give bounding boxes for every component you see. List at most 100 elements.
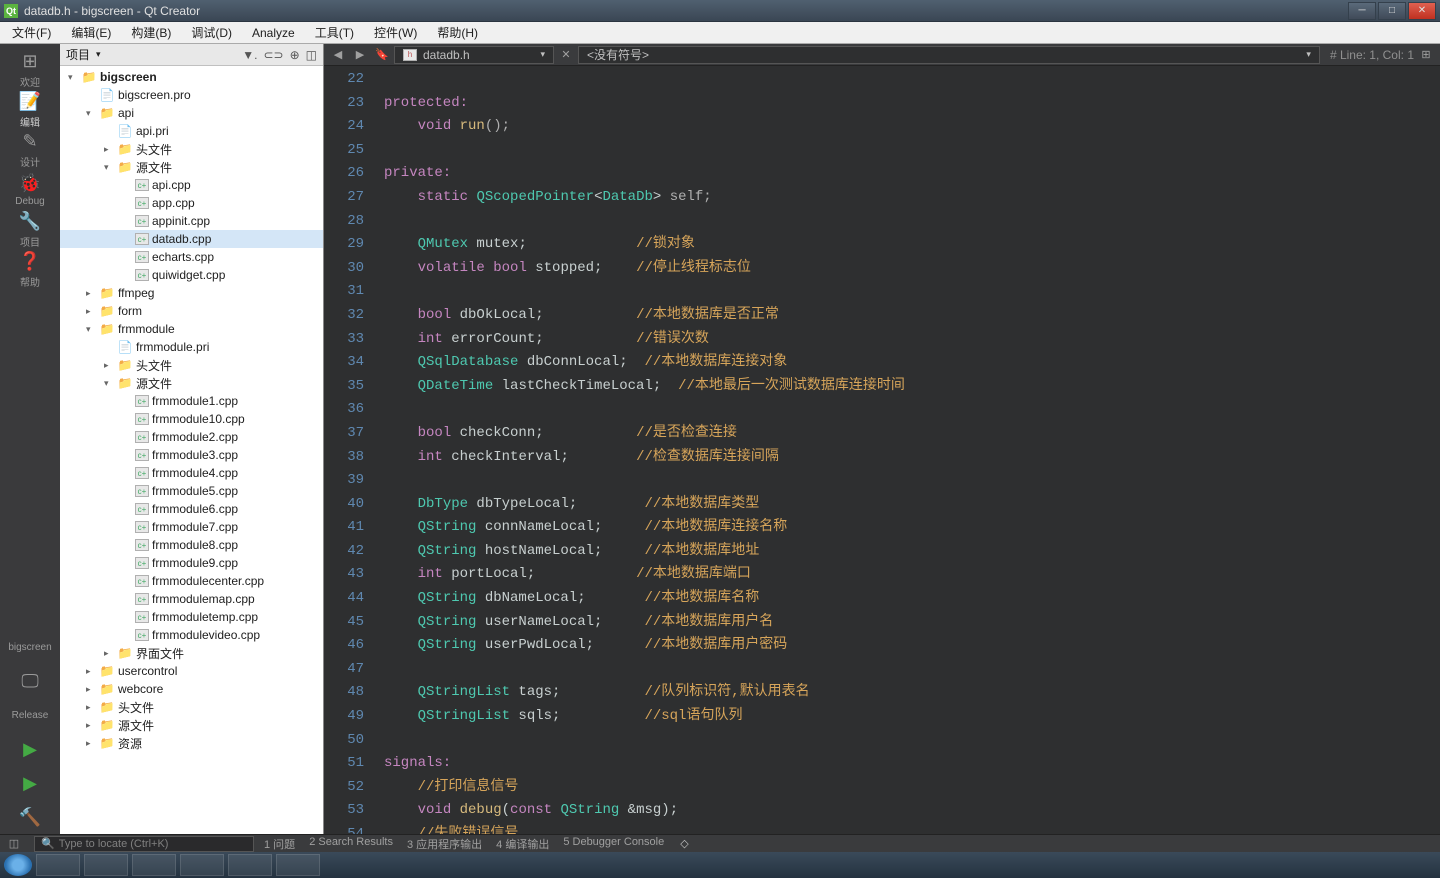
tree-row[interactable]: ▸📁usercontrol [60, 662, 323, 680]
rail-item[interactable]: ❓帮助 [2, 250, 58, 290]
output-tab[interactable]: 5 Debugger Console [563, 836, 664, 852]
tree-row[interactable]: c+frmmodulevideo.cpp [60, 626, 323, 644]
locator-input[interactable]: 🔍 Type to locate (Ctrl+K) [34, 836, 254, 852]
rail-item[interactable]: 🔧项目 [2, 210, 58, 250]
tree-arrow-icon[interactable]: ▸ [86, 666, 96, 677]
tree-row[interactable]: c+quiwidget.cpp [60, 266, 323, 284]
symbol-dropdown[interactable]: <没有符号> ▾ [578, 46, 1320, 64]
tree-arrow-icon[interactable]: ▾ [86, 108, 96, 119]
tree-row[interactable]: ▸📁ffmpeg [60, 284, 323, 302]
rail-bottom-item[interactable]: 🖵 [2, 664, 58, 698]
tree-row[interactable]: c+api.cpp [60, 176, 323, 194]
rail-bottom-item[interactable]: ▶ [2, 732, 58, 766]
menu-item[interactable]: Analyze [244, 24, 303, 42]
rail-bottom-item[interactable]: bigscreen [2, 630, 58, 664]
task-item[interactable] [276, 854, 320, 876]
tree-arrow-icon[interactable]: ▸ [86, 702, 96, 713]
tree-arrow-icon[interactable]: ▾ [104, 162, 114, 173]
tree-row[interactable]: ▾📁api [60, 104, 323, 122]
project-tree[interactable]: ▾📁bigscreen📄bigscreen.pro▾📁api📄api.pri▸📁… [60, 66, 323, 834]
tree-row[interactable]: c+frmmodulemap.cpp [60, 590, 323, 608]
tree-arrow-icon[interactable]: ▸ [86, 684, 96, 695]
tree-row[interactable]: ▸📁界面文件 [60, 644, 323, 662]
tree-row[interactable]: c+echarts.cpp [60, 248, 323, 266]
tree-row[interactable]: 📄bigscreen.pro [60, 86, 323, 104]
tree-row[interactable]: ▾📁bigscreen [60, 68, 323, 86]
tree-row[interactable]: ▾📁frmmodule [60, 320, 323, 338]
code-area[interactable]: 2223242526272829303132333435363738394041… [324, 66, 1440, 834]
tree-row[interactable]: c+frmmodule2.cpp [60, 428, 323, 446]
task-item[interactable] [180, 854, 224, 876]
tree-row[interactable]: c+frmmodulecenter.cpp [60, 572, 323, 590]
task-item[interactable] [228, 854, 272, 876]
tree-row[interactable]: ▸📁源文件 [60, 716, 323, 734]
tree-arrow-icon[interactable]: ▾ [68, 72, 78, 83]
rail-bottom-item[interactable]: Release [2, 698, 58, 732]
menu-item[interactable]: 构建(B) [123, 22, 179, 43]
bookmark-icon[interactable]: 🔖 [372, 46, 392, 64]
output-menu-icon[interactable]: ◇ [680, 837, 688, 850]
tree-row[interactable]: c+frmmodule9.cpp [60, 554, 323, 572]
menu-item[interactable]: 编辑(E) [63, 22, 119, 43]
split-icon[interactable]: ◫ [306, 48, 317, 62]
tree-row[interactable]: c+app.cpp [60, 194, 323, 212]
tree-row[interactable]: c+frmmodule3.cpp [60, 446, 323, 464]
tree-row[interactable]: ▸📁头文件 [60, 140, 323, 158]
tree-row[interactable]: c+frmmodule4.cpp [60, 464, 323, 482]
output-tab[interactable]: 2 Search Results [309, 836, 393, 852]
menu-item[interactable]: 调试(D) [183, 22, 240, 43]
maximize-button[interactable]: □ [1378, 2, 1406, 20]
tree-arrow-icon[interactable]: ▸ [104, 648, 114, 659]
tree-arrow-icon[interactable]: ▸ [86, 720, 96, 731]
tree-row[interactable]: c+frmmodule1.cpp [60, 392, 323, 410]
minimize-button[interactable]: ─ [1348, 2, 1376, 20]
tree-row[interactable]: ▸📁头文件 [60, 356, 323, 374]
menu-item[interactable]: 文件(F) [4, 22, 59, 43]
task-item[interactable] [132, 854, 176, 876]
tree-row[interactable]: 📄frmmodule.pri [60, 338, 323, 356]
tree-row[interactable]: ▾📁源文件 [60, 374, 323, 392]
rail-item[interactable]: 📝编辑 [2, 90, 58, 130]
tree-row[interactable]: c+frmmodule8.cpp [60, 536, 323, 554]
file-dropdown[interactable]: h datadb.h ▾ [394, 46, 554, 64]
rail-item[interactable]: ✎设计 [2, 130, 58, 170]
tree-arrow-icon[interactable]: ▸ [86, 306, 96, 317]
tree-arrow-icon[interactable]: ▸ [86, 288, 96, 299]
task-item[interactable] [84, 854, 128, 876]
output-tab[interactable]: 4 编译输出 [496, 836, 549, 852]
tree-row[interactable]: c+frmmodule5.cpp [60, 482, 323, 500]
tree-row[interactable]: c+frmmodule6.cpp [60, 500, 323, 518]
nav-fwd-icon[interactable]: ▶ [350, 46, 370, 64]
rail-item[interactable]: 🐞Debug [2, 170, 58, 210]
close-file-icon[interactable]: ✕ [556, 46, 576, 64]
tree-arrow-icon[interactable]: ▸ [104, 144, 114, 155]
split-editor-icon[interactable]: ⊞ [1416, 46, 1436, 64]
menu-item[interactable]: 控件(W) [366, 22, 425, 43]
tree-row[interactable]: ▸📁webcore [60, 680, 323, 698]
tree-row[interactable]: c+datadb.cpp [60, 230, 323, 248]
add-icon[interactable]: ⊕ [290, 48, 300, 62]
tree-row[interactable]: c+frmmodule7.cpp [60, 518, 323, 536]
filter-icon[interactable]: ▼. [242, 48, 257, 62]
tree-row[interactable]: ▸📁头文件 [60, 698, 323, 716]
start-button[interactable] [4, 854, 32, 876]
tree-arrow-icon[interactable]: ▾ [104, 378, 114, 389]
tree-arrow-icon[interactable]: ▾ [86, 324, 96, 335]
rail-bottom-item[interactable]: ▶ [2, 766, 58, 800]
tree-row[interactable]: ▸📁资源 [60, 734, 323, 752]
menu-item[interactable]: 工具(T) [307, 22, 362, 43]
tree-row[interactable]: ▾📁源文件 [60, 158, 323, 176]
tree-row[interactable]: c+appinit.cpp [60, 212, 323, 230]
tree-row[interactable]: c+frmmodule10.cpp [60, 410, 323, 428]
rail-item[interactable]: ⊞欢迎 [2, 50, 58, 90]
output-toggle-icon[interactable]: ◫ [4, 835, 24, 853]
tree-row[interactable]: 📄api.pri [60, 122, 323, 140]
output-tab[interactable]: 1 问题 [264, 836, 295, 852]
menu-item[interactable]: 帮助(H) [429, 22, 486, 43]
tree-row[interactable]: c+frmmoduletemp.cpp [60, 608, 323, 626]
nav-back-icon[interactable]: ◀ [328, 46, 348, 64]
close-button[interactable]: ✕ [1408, 2, 1436, 20]
tree-row[interactable]: ▸📁form [60, 302, 323, 320]
tree-arrow-icon[interactable]: ▸ [86, 738, 96, 749]
code-content[interactable]: protected: void run();private: static QS… [374, 66, 1440, 834]
